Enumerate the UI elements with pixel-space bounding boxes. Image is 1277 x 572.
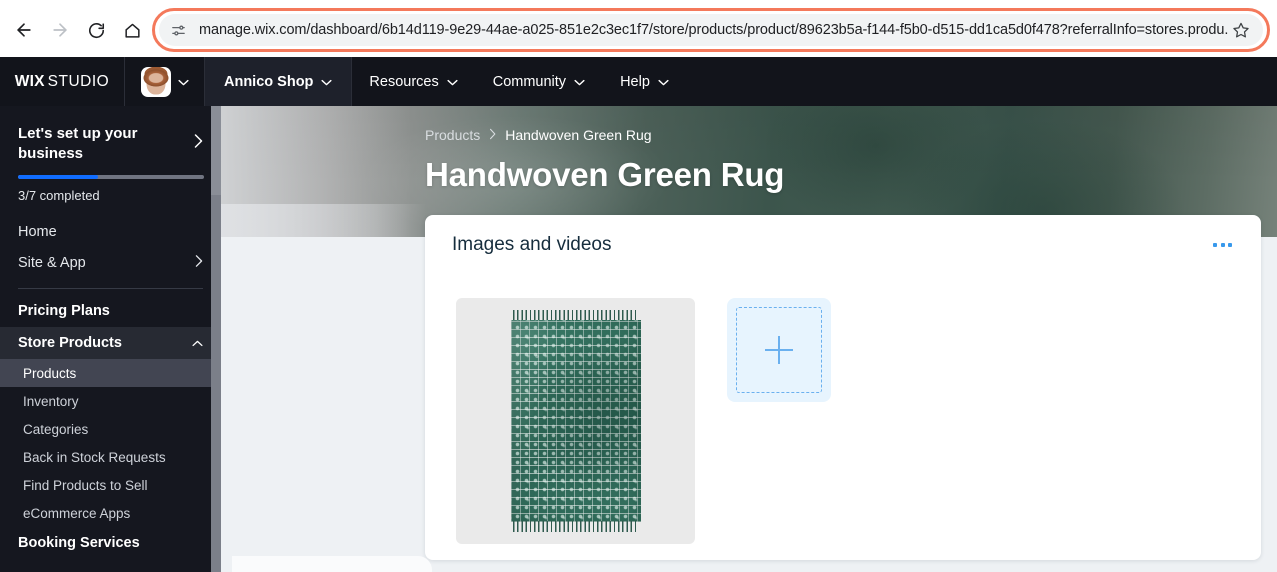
- breadcrumb: Products Handwoven Green Rug: [425, 127, 652, 143]
- plus-icon: [765, 336, 793, 364]
- sidebar-item-label: eCommerce Apps: [23, 505, 131, 521]
- sidebar-item-label: Back in Stock Requests: [23, 449, 166, 465]
- chevron-down-icon: [658, 74, 669, 90]
- wix-top-navigation: WIX STUDIO Annico Shop Resources Communit…: [0, 57, 1277, 106]
- sidebar-item-label: Store Products: [18, 335, 122, 351]
- chevron-up-icon: [192, 335, 203, 351]
- setup-progress-bar: [18, 175, 204, 179]
- sidebar-item-label: Inventory: [23, 393, 79, 409]
- rug-image: [510, 310, 641, 532]
- avatar: [140, 66, 171, 97]
- chevron-down-icon: [447, 74, 458, 90]
- add-media-button[interactable]: [727, 298, 831, 402]
- sidebar-item-label: Products: [23, 365, 77, 381]
- chevron-down-icon: [574, 74, 585, 90]
- sidebar-item-back-in-stock-requests[interactable]: Back in Stock Requests: [0, 443, 221, 471]
- main-content: Products Handwoven Green Rug Handwoven G…: [221, 106, 1277, 572]
- sidebar-item-label: Categories: [23, 421, 89, 437]
- nav-item-label: Resources: [369, 73, 439, 90]
- sidebar-item-site-and-app[interactable]: Site & App: [0, 247, 221, 278]
- sidebar-item-pricing-plans[interactable]: Pricing Plans: [0, 295, 221, 327]
- breadcrumb-parent-link[interactable]: Products: [425, 127, 480, 143]
- card-title: Images and videos: [452, 234, 612, 255]
- sidebar-item-products[interactable]: Products: [0, 359, 221, 387]
- hero-bottom-strip: [221, 204, 426, 237]
- sidebar-scrollbar-thumb[interactable]: [211, 195, 221, 572]
- bookmark-star-icon[interactable]: [1229, 18, 1253, 42]
- url-text[interactable]: manage.wix.com/dashboard/6b14d119-9e29-4…: [191, 22, 1229, 38]
- nav-item-label: Community: [492, 73, 567, 90]
- nav-item-resources[interactable]: Resources: [352, 57, 475, 106]
- reload-button[interactable]: [78, 12, 114, 48]
- brand-light: STUDIO: [47, 72, 110, 90]
- card-header: Images and videos: [425, 215, 1261, 275]
- add-media-dashed-area: [736, 307, 822, 393]
- chevron-down-icon: [321, 74, 332, 90]
- home-icon: [123, 21, 142, 40]
- sidebar-item-store-products[interactable]: Store Products: [0, 327, 221, 359]
- sidebar: Let's set up your business 3/7 completed…: [0, 106, 221, 572]
- sidebar-item-label: Booking Services: [18, 535, 140, 551]
- address-bar-highlight: manage.wix.com/dashboard/6b14d119-9e29-4…: [152, 8, 1270, 52]
- setup-business-panel[interactable]: Let's set up your business 3/7 completed: [0, 106, 221, 203]
- back-button[interactable]: [6, 12, 42, 48]
- media-thumbnail-rug[interactable]: [456, 298, 695, 544]
- forward-arrow-icon: [50, 20, 70, 40]
- home-button[interactable]: [114, 12, 150, 48]
- setup-progress-label: 3/7 completed: [18, 188, 100, 203]
- media-gallery: [425, 275, 1261, 544]
- sidebar-item-home[interactable]: Home: [0, 216, 221, 247]
- sidebar-item-label: Find Products to Sell: [23, 477, 148, 493]
- nav-item-label: Help: [620, 73, 650, 90]
- sidebar-item-booking-services[interactable]: Booking Services: [0, 527, 221, 559]
- sidebar-item-label: Home: [18, 223, 57, 240]
- site-settings-sliders-icon[interactable]: [165, 17, 191, 43]
- browser-toolbar: manage.wix.com/dashboard/6b14d119-9e29-4…: [0, 0, 1277, 60]
- setup-title: Let's set up your business: [18, 125, 138, 162]
- brand-bold: WIX: [14, 72, 45, 90]
- sidebar-item-inventory[interactable]: Inventory: [0, 387, 221, 415]
- chevron-right-icon: [194, 134, 203, 153]
- nav-item-label: Annico Shop: [224, 73, 314, 90]
- more-options-kebab-icon[interactable]: [1211, 235, 1234, 255]
- sidebar-item-label: Pricing Plans: [18, 303, 110, 319]
- page-title: Handwoven Green Rug: [425, 156, 785, 193]
- sidebar-item-categories[interactable]: Categories: [0, 415, 221, 443]
- breadcrumb-current: Handwoven Green Rug: [505, 127, 652, 143]
- sidebar-divider: [18, 288, 203, 289]
- sidebar-item-ecommerce-apps[interactable]: eCommerce Apps: [0, 499, 221, 527]
- nav-item-annico-shop[interactable]: Annico Shop: [205, 57, 353, 106]
- nav-item-community[interactable]: Community: [476, 57, 603, 106]
- forward-button[interactable]: [42, 12, 78, 48]
- chevron-right-icon: [195, 254, 203, 271]
- sidebar-item-find-products-to-sell[interactable]: Find Products to Sell: [0, 471, 221, 499]
- browser-nav-buttons: [0, 12, 150, 48]
- wix-studio-logo[interactable]: WIX STUDIO: [0, 57, 125, 106]
- next-section-peek: [232, 556, 432, 572]
- breadcrumb-separator-icon: [489, 128, 496, 143]
- setup-progress-fill: [18, 175, 98, 179]
- images-and-videos-card: Images and videos: [425, 215, 1261, 560]
- back-arrow-icon: [14, 20, 34, 40]
- nav-item-help[interactable]: Help: [603, 57, 687, 106]
- sidebar-item-label: Site & App: [18, 254, 86, 271]
- reload-icon: [87, 21, 106, 40]
- chevron-down-icon: [177, 73, 189, 91]
- address-bar[interactable]: manage.wix.com/dashboard/6b14d119-9e29-4…: [159, 14, 1263, 46]
- account-switcher[interactable]: [125, 57, 205, 106]
